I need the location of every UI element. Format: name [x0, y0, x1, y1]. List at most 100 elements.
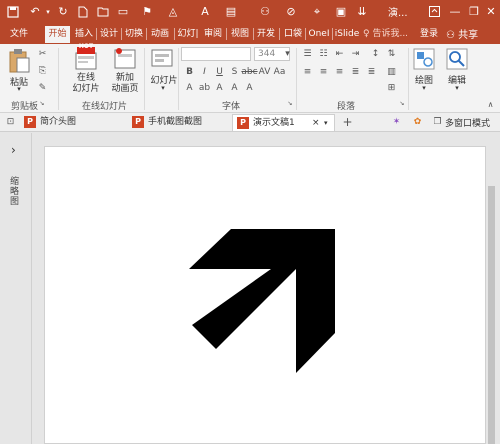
- paragraph-launcher-icon[interactable]: ↘: [398, 99, 406, 107]
- share-button[interactable]: ⚇ 共享: [446, 26, 478, 41]
- tab-onenote[interactable]: OneI: [307, 26, 331, 43]
- format-painter-brush-icon[interactable]: ✎: [36, 82, 49, 94]
- signin-link[interactable]: 登录: [420, 26, 438, 39]
- cut-icon[interactable]: ✂: [36, 48, 49, 60]
- new-file-icon[interactable]: [76, 4, 90, 19]
- customize-qat-icon[interactable]: ⇊: [355, 4, 369, 19]
- font-color-a-icon[interactable]: A: [183, 82, 196, 94]
- font-color-icon[interactable]: A: [198, 4, 212, 19]
- highlight-icon[interactable]: ab: [198, 82, 211, 94]
- distribute-icon[interactable]: ≣: [365, 66, 378, 78]
- tab-review[interactable]: 审阅: [201, 26, 225, 43]
- line-spacing-icon[interactable]: ↕: [369, 48, 382, 60]
- undo-dropdown-icon[interactable]: ▾: [44, 4, 52, 19]
- shrink-font-icon[interactable]: A: [243, 82, 256, 94]
- up-right-arrow-icon: [189, 229, 335, 373]
- tab-pocket[interactable]: 口袋: [282, 26, 304, 43]
- numbering-icon[interactable]: ☷: [317, 48, 330, 60]
- bold-icon[interactable]: B: [183, 66, 196, 78]
- close-tab-icon[interactable]: ×: [312, 115, 320, 131]
- magic-icon[interactable]: ✶: [390, 116, 403, 128]
- slide[interactable]: [44, 146, 486, 444]
- tab-view[interactable]: 视图: [228, 26, 252, 43]
- new-slide-icon[interactable]: [151, 48, 173, 73]
- paste-dropdown-icon[interactable]: ▾: [14, 85, 24, 93]
- align-center-icon[interactable]: ≡: [317, 66, 330, 78]
- italic-icon[interactable]: I: [198, 66, 211, 78]
- multiwindow-label[interactable]: 多窗口模式: [445, 116, 490, 129]
- tab-dropdown-icon[interactable]: ▾: [324, 115, 328, 131]
- editing-dropdown-icon[interactable]: ▾: [452, 84, 462, 92]
- doc-tab-intro[interactable]: P 简介头图: [20, 114, 128, 131]
- add-animation-page-icon[interactable]: [112, 48, 138, 75]
- slide-size-icon[interactable]: ▭: [116, 4, 130, 19]
- decrease-indent-icon[interactable]: ⇤: [333, 48, 346, 60]
- arrange-icon[interactable]: ⊘: [284, 4, 298, 19]
- shape-fill-icon[interactable]: ◬: [166, 4, 180, 19]
- new-tab-icon[interactable]: +: [341, 115, 354, 129]
- collapse-ribbon-icon[interactable]: ∧: [484, 98, 497, 110]
- settings-gear-icon[interactable]: ✿: [411, 116, 424, 128]
- ppt-icon: P: [132, 116, 144, 128]
- justify-icon[interactable]: ≣: [349, 66, 362, 78]
- thumbnail-pane-label[interactable]: 缩略图: [10, 177, 20, 207]
- font-name-input[interactable]: [181, 47, 251, 61]
- shadow-icon[interactable]: S: [228, 66, 241, 78]
- tab-developer[interactable]: 开发: [255, 26, 277, 43]
- clipboard-launcher-icon[interactable]: ↘: [38, 99, 46, 107]
- font-launcher-icon[interactable]: ↘: [286, 99, 294, 107]
- align-text-icon[interactable]: ⊞: [385, 82, 398, 94]
- paste-icon[interactable]: [8, 48, 30, 77]
- grow-font-icon[interactable]: A: [228, 82, 241, 94]
- open-file-icon[interactable]: [96, 4, 110, 19]
- text-direction-icon[interactable]: ⇅: [385, 48, 398, 60]
- clear-format-icon[interactable]: A: [213, 82, 226, 94]
- multiwindow-icon[interactable]: ❐: [431, 116, 444, 128]
- online-slide-icon[interactable]: [74, 47, 98, 74]
- restore-icon[interactable]: ❐: [465, 2, 483, 20]
- close-icon[interactable]: ✕: [482, 2, 500, 20]
- undo-icon[interactable]: ↶: [28, 4, 42, 19]
- minimize-icon[interactable]: —: [446, 2, 464, 20]
- increase-indent-icon[interactable]: ⇥: [349, 48, 362, 60]
- char-spacing-icon[interactable]: AV: [258, 66, 271, 78]
- tell-me-search[interactable]: ♀ 告诉我...: [363, 26, 408, 39]
- app-icon[interactable]: ▣: [334, 4, 348, 19]
- screenshot-icon[interactable]: ⌖: [310, 4, 324, 19]
- align-left-icon[interactable]: ≡: [301, 66, 314, 78]
- save-icon[interactable]: [6, 4, 20, 19]
- scrollbar-thumb[interactable]: [488, 186, 495, 444]
- drawing-icon[interactable]: [413, 48, 435, 73]
- arrow-shape[interactable]: [45, 147, 487, 444]
- add-animation-page-label[interactable]: 新加 动画页: [105, 73, 145, 95]
- font-size-dropdown-icon[interactable]: ▾: [281, 48, 294, 60]
- drawing-dropdown-icon[interactable]: ▾: [419, 84, 429, 92]
- strikethrough-icon[interactable]: abc: [241, 66, 257, 78]
- underline-icon[interactable]: U: [213, 66, 226, 78]
- change-case-icon[interactable]: Aa: [273, 66, 286, 78]
- touch-mode-icon[interactable]: ⚇: [258, 4, 272, 19]
- tab-slideshow[interactable]: 幻灯|: [176, 26, 200, 43]
- slides-dropdown-icon[interactable]: ▾: [158, 84, 168, 92]
- bullets-icon[interactable]: ☰: [301, 48, 314, 60]
- tab-file[interactable]: 文件: [6, 26, 32, 43]
- tab-islide[interactable]: iSlide: [334, 26, 360, 43]
- editing-icon[interactable]: [446, 48, 468, 73]
- tab-home[interactable]: 开始: [45, 26, 70, 43]
- doc-tab-phone-screenshot[interactable]: P 手机截图截图: [128, 114, 232, 131]
- expand-pane-icon[interactable]: ›: [11, 143, 16, 157]
- columns-icon[interactable]: ▥: [385, 66, 398, 78]
- ribbon-display-icon[interactable]: [425, 2, 443, 20]
- copy-icon[interactable]: ⎘: [36, 65, 49, 77]
- tab-insert[interactable]: 插入: [73, 26, 95, 43]
- tab-transitions[interactable]: 切换: [123, 26, 145, 43]
- doc-tab-presentation1[interactable]: P 演示文稿1 × ▾: [232, 114, 335, 131]
- tab-menu-icon[interactable]: ⊡: [4, 116, 17, 128]
- tab-animations[interactable]: 动画: [148, 26, 172, 43]
- format-painter-icon[interactable]: ⚑: [140, 4, 154, 19]
- clipboard-icon[interactable]: ▤: [224, 4, 238, 19]
- redo-icon[interactable]: ↻: [56, 4, 70, 19]
- align-right-icon[interactable]: ≡: [333, 66, 346, 78]
- online-slide-label[interactable]: 在线 幻灯片: [66, 73, 106, 95]
- tab-design[interactable]: 设计: [98, 26, 120, 43]
